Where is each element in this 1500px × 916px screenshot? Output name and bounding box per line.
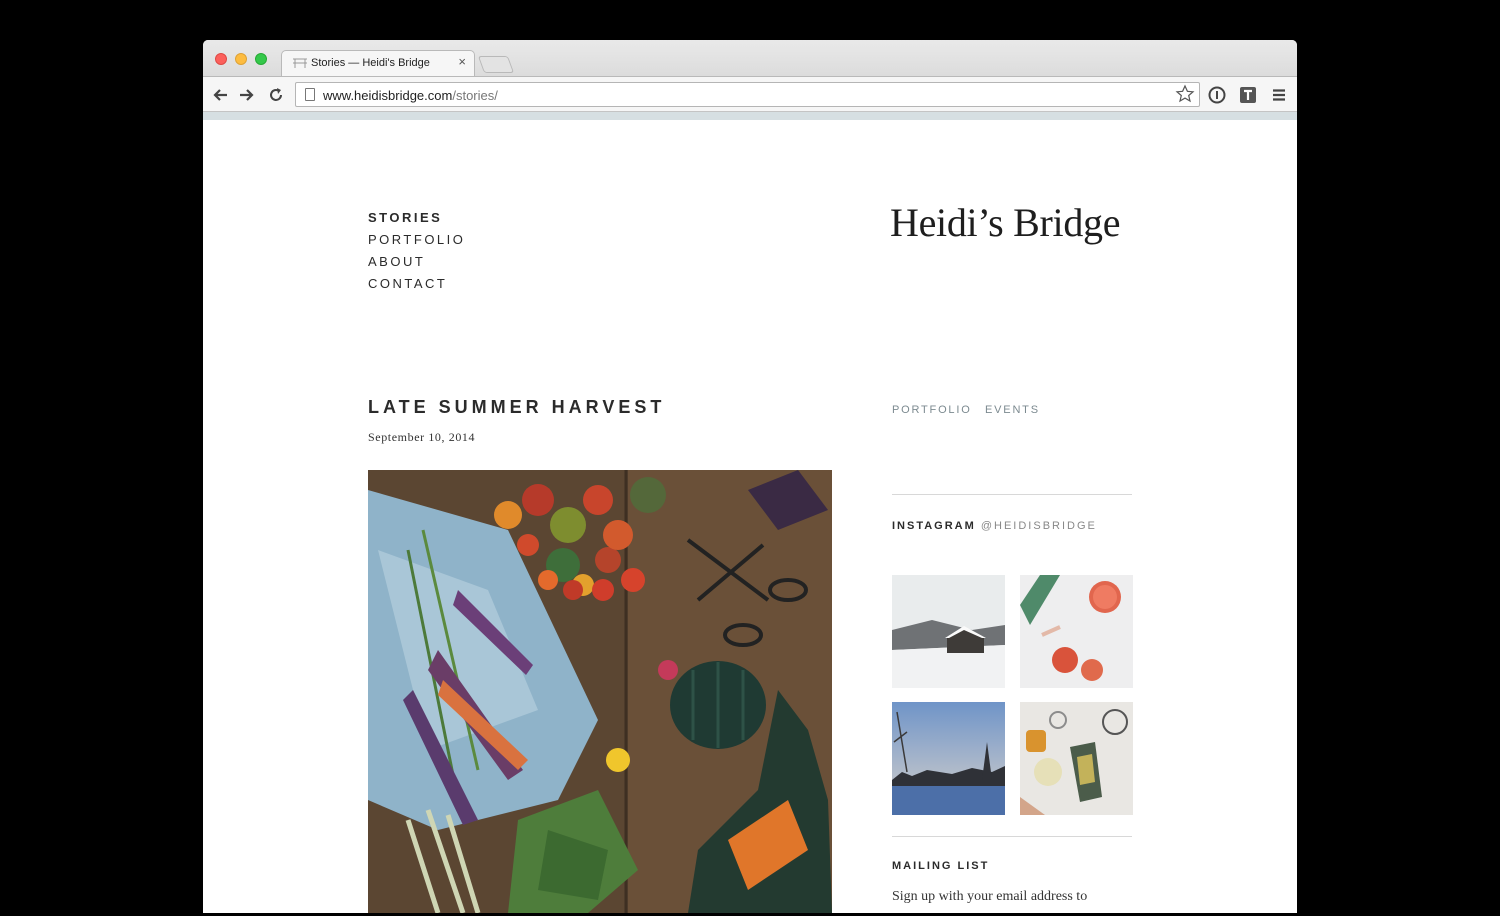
browser-window: Stories — Heidi's Bridge × www.heidisbri… xyxy=(203,40,1297,913)
winter-sunset-image xyxy=(892,702,1005,815)
web-page: STORIES PORTFOLIO ABOUT CONTACT Heidi’s … xyxy=(203,120,1297,913)
forward-arrow-icon xyxy=(240,89,254,101)
category-links: PORTFOLIO EVENTS xyxy=(892,400,1049,418)
browser-toolbar: www.heidisbridge.com/stories/ xyxy=(203,76,1297,112)
mailing-list-text: Sign up with your email address to xyxy=(892,889,1088,904)
toolbar-divider xyxy=(203,112,1297,120)
instagram-handle[interactable]: @HEIDISBRIDGE xyxy=(981,520,1097,532)
forward-button[interactable] xyxy=(237,85,257,105)
back-button[interactable] xyxy=(210,85,230,105)
mailing-list-heading: MAILING LIST xyxy=(892,860,990,872)
sidebar-divider xyxy=(892,494,1132,495)
post-date: September 10, 2014 xyxy=(368,430,476,444)
winter-sunset-photo[interactable] xyxy=(892,702,1005,815)
url-host: www.heidisbridge.com xyxy=(323,88,453,103)
minimize-window-button[interactable] xyxy=(235,53,247,65)
post-title[interactable]: LATE SUMMER HARVEST xyxy=(368,397,665,418)
reload-icon xyxy=(270,88,282,101)
new-tab-button[interactable] xyxy=(477,56,515,73)
hamburger-menu-icon xyxy=(1273,89,1285,101)
page-icon xyxy=(305,88,315,101)
sidebar-divider-2 xyxy=(892,836,1132,837)
instagram-heading: INSTAGRAM @HEIDISBRIDGE xyxy=(892,520,1097,532)
category-link-portfolio[interactable]: PORTFOLIO xyxy=(892,404,972,416)
bridge-favicon-icon xyxy=(293,58,307,68)
grapefruit-drink-image xyxy=(1020,575,1133,688)
grapefruit-drink-photo[interactable] xyxy=(1020,575,1133,688)
tab-strip: Stories — Heidi's Bridge × xyxy=(203,40,1297,76)
url-text[interactable]: www.heidisbridge.com/stories/ xyxy=(323,88,498,103)
snowy-barn-photo[interactable] xyxy=(892,575,1005,688)
nav-item-contact[interactable]: CONTACT xyxy=(368,276,465,298)
harvest-illustration xyxy=(368,470,832,913)
bookmark-star-icon[interactable] xyxy=(1175,84,1195,104)
harvest-vegetables-photo[interactable] xyxy=(368,470,832,913)
site-logo[interactable]: Heidi’s Bridge xyxy=(890,199,1121,246)
instagram-label: INSTAGRAM xyxy=(892,520,976,532)
url-path: /stories/ xyxy=(452,88,498,103)
back-arrow-icon xyxy=(213,89,227,101)
site-nav: STORIES PORTFOLIO ABOUT CONTACT xyxy=(368,210,465,298)
close-window-button[interactable] xyxy=(215,53,227,65)
type-extension-button[interactable] xyxy=(1239,86,1257,104)
tab-close-icon[interactable]: × xyxy=(458,55,466,69)
tea-table-photo[interactable] xyxy=(1020,702,1133,815)
info-circle-icon xyxy=(1208,86,1226,104)
reload-button[interactable] xyxy=(266,85,286,105)
browser-tab-active[interactable]: Stories — Heidi's Bridge × xyxy=(281,50,475,76)
category-link-events[interactable]: EVENTS xyxy=(985,404,1040,416)
tab-title: Stories — Heidi's Bridge xyxy=(311,57,430,69)
nav-item-about[interactable]: ABOUT xyxy=(368,254,465,276)
address-bar[interactable]: www.heidisbridge.com/stories/ xyxy=(295,82,1200,107)
menu-button[interactable] xyxy=(1270,86,1288,104)
nav-item-portfolio[interactable]: PORTFOLIO xyxy=(368,232,465,254)
maximize-window-button[interactable] xyxy=(255,53,267,65)
type-t-icon xyxy=(1240,87,1256,103)
tea-table-image xyxy=(1020,702,1133,815)
info-extension-button[interactable] xyxy=(1208,86,1226,104)
nav-item-stories[interactable]: STORIES xyxy=(368,210,465,232)
snowy-barn-image xyxy=(892,575,1005,688)
